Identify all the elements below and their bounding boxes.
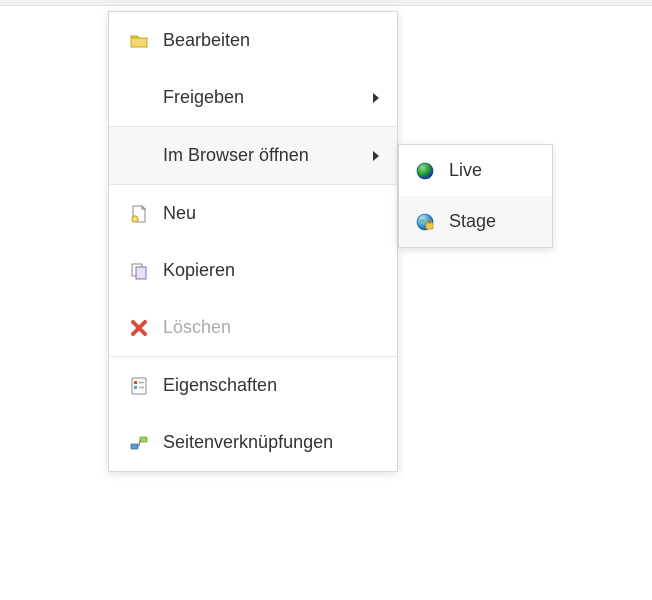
globe-live-icon xyxy=(415,161,435,181)
menu-item-label: Im Browser öffnen xyxy=(163,145,365,166)
menu-item-edit[interactable]: Bearbeiten xyxy=(109,12,397,69)
chevron-right-icon xyxy=(373,151,379,161)
menu-item-label: Löschen xyxy=(163,317,379,338)
submenu-item-label: Stage xyxy=(449,211,536,232)
menu-item-label: Freigeben xyxy=(163,87,365,108)
menu-item-copy[interactable]: Kopieren xyxy=(109,242,397,299)
copy-icon xyxy=(129,261,149,281)
menu-item-delete: Löschen xyxy=(109,299,397,356)
blank-icon xyxy=(129,88,149,108)
blank-icon xyxy=(129,146,149,166)
submenu-open-browser: Live Stage xyxy=(398,144,553,248)
menu-item-new[interactable]: Neu xyxy=(109,185,397,242)
globe-stage-icon xyxy=(415,212,435,232)
menu-item-label: Bearbeiten xyxy=(163,30,379,51)
menu-item-properties[interactable]: Eigenschaften xyxy=(109,357,397,414)
submenu-item-label: Live xyxy=(449,160,536,181)
menu-item-label: Neu xyxy=(163,203,379,224)
chevron-right-icon xyxy=(373,93,379,103)
submenu-item-stage[interactable]: Stage xyxy=(399,196,552,247)
top-bar xyxy=(0,0,652,6)
menu-item-share[interactable]: Freigeben xyxy=(109,69,397,126)
folder-icon xyxy=(129,31,149,51)
properties-icon xyxy=(129,376,149,396)
menu-item-open-browser[interactable]: Im Browser öffnen xyxy=(109,127,397,184)
menu-item-label: Kopieren xyxy=(163,260,379,281)
submenu-item-live[interactable]: Live xyxy=(399,145,552,196)
context-menu: Bearbeiten Freigeben Im Browser öffnen N… xyxy=(108,11,398,472)
delete-x-icon xyxy=(129,318,149,338)
menu-item-page-links[interactable]: Seitenverknüpfungen xyxy=(109,414,397,471)
menu-item-label: Eigenschaften xyxy=(163,375,379,396)
menu-item-label: Seitenverknüpfungen xyxy=(163,432,379,453)
page-links-icon xyxy=(129,433,149,453)
new-document-icon xyxy=(129,204,149,224)
